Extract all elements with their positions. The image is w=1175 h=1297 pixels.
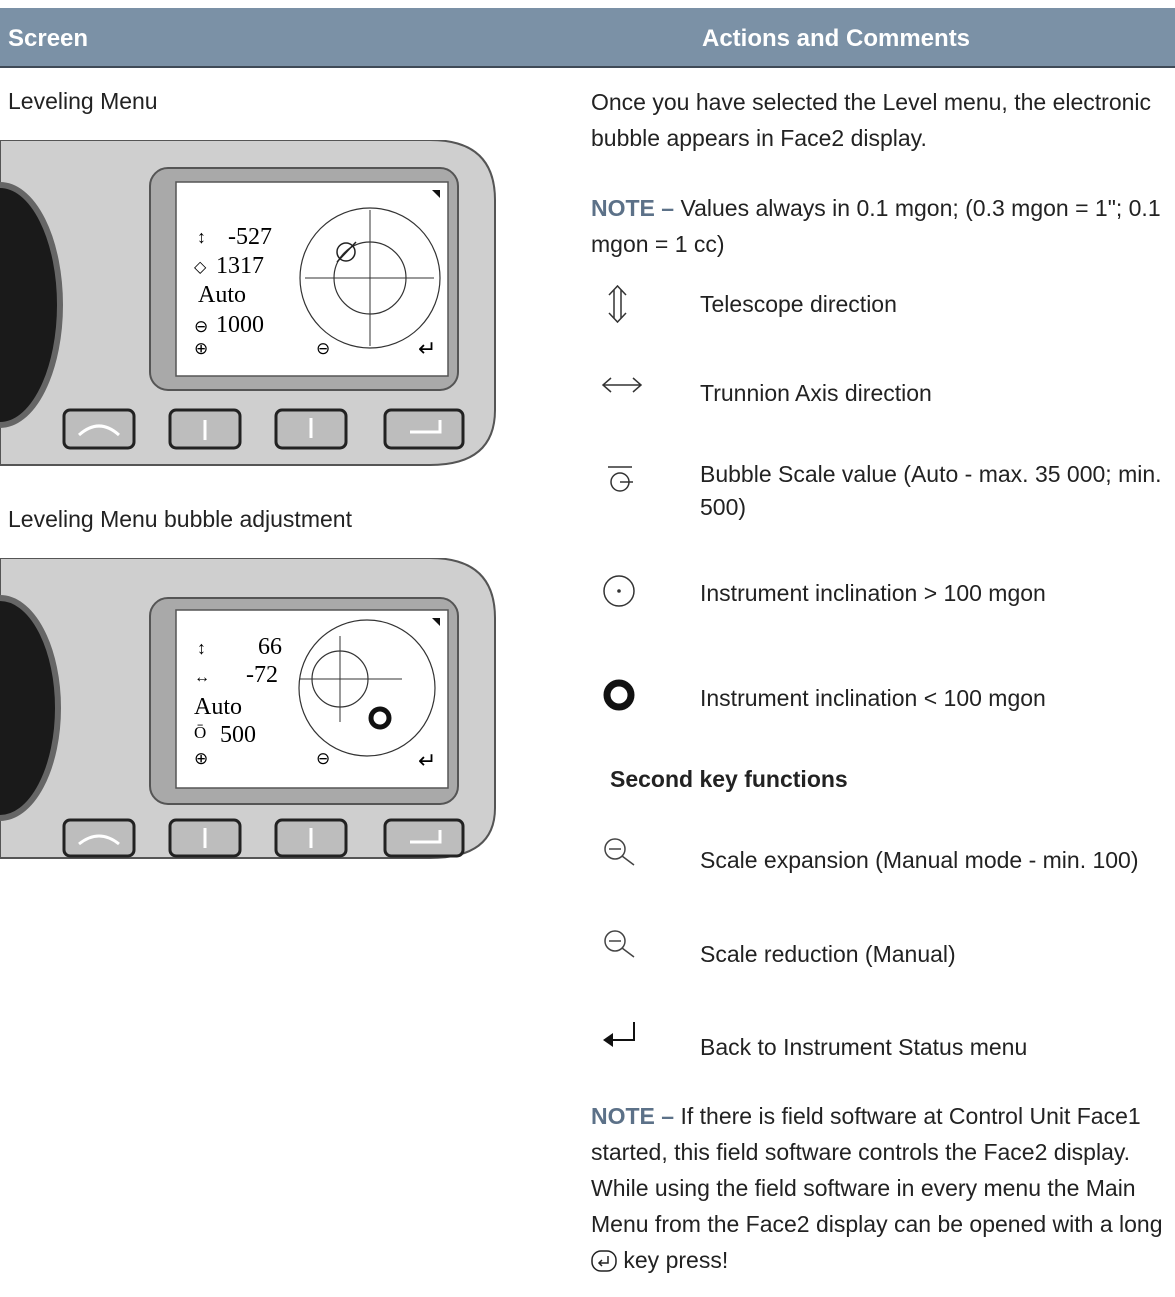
screen2-scale: 500	[220, 722, 256, 748]
svg-text:⊖: ⊖	[316, 749, 330, 768]
legend-inclination-large: Instrument inclination > 100 mgon	[700, 580, 1046, 606]
trunnion-axis-icon	[600, 368, 670, 408]
note-values-text: Values always in 0.1 mgon; (0.3 mgon = 1…	[591, 195, 1161, 257]
zoom-out-icon	[600, 926, 670, 966]
enter-key-icon	[591, 1246, 617, 1282]
svg-text:↕: ↕	[197, 227, 206, 247]
note-field-software-text-a: If there is field software at Control Un…	[591, 1103, 1163, 1237]
svg-text:⊕: ⊕	[194, 339, 208, 358]
svg-text:↔: ↔	[194, 669, 210, 686]
svg-text:◇: ◇	[194, 259, 207, 276]
telescope-direction-icon	[600, 284, 670, 324]
note-field-software-text-b: key press!	[617, 1247, 729, 1273]
screen2-horizontal: -72	[246, 662, 278, 688]
inclination-large-icon	[600, 572, 670, 612]
note-label: NOTE –	[591, 1103, 675, 1129]
second-key-scale-expansion: Scale expansion (Manual mode - min. 100)	[700, 847, 1139, 873]
screen1-horizontal: 1317	[216, 253, 264, 279]
svg-text:↵: ↵	[418, 336, 436, 361]
screen1-vertical: -527	[228, 224, 272, 250]
screen2-mode: Auto	[194, 694, 242, 720]
second-key-back: Back to Instrument Status menu	[700, 1034, 1028, 1060]
note-values: NOTE – Values always in 0.1 mgon; (0.3 m…	[591, 190, 1175, 262]
bubble-scale-icon	[600, 458, 670, 498]
col-header-actions: Actions and Comments	[702, 25, 971, 52]
caption-leveling-menu: Leveling Menu	[8, 88, 158, 114]
legend-inclination-small: Instrument inclination < 100 mgon	[700, 685, 1046, 711]
second-key-heading: Second key functions	[610, 766, 848, 792]
intro-text: Once you have selected the Level menu, t…	[591, 89, 1152, 151]
screen1-scale: 1000	[216, 312, 264, 338]
svg-text:Ō: Ō	[194, 723, 206, 742]
screen1-mode: Auto	[198, 282, 246, 308]
svg-text:↵: ↵	[418, 748, 436, 773]
svg-text:⊕: ⊕	[194, 749, 208, 768]
legend-bubble-scale: Bubble Scale value (Auto - max. 35 000; …	[700, 461, 1162, 520]
note-field-software: NOTE – If there is field software at Con…	[591, 1098, 1175, 1282]
svg-text:⊖: ⊖	[316, 339, 330, 358]
inclination-small-icon	[600, 676, 670, 716]
zoom-out-icon	[600, 834, 670, 874]
second-key-scale-reduction: Scale reduction (Manual)	[700, 941, 956, 967]
device-display-leveling: ↕ ◇ ⊖ ⊕ ⊖ ↵ -527 1317 Auto 1000	[0, 140, 496, 466]
svg-text:⊖: ⊖	[194, 317, 208, 336]
legend-trunnion-axis: Trunnion Axis direction	[700, 380, 932, 406]
svg-text:↕: ↕	[197, 638, 206, 658]
enter-icon	[600, 1016, 670, 1056]
device-display-bubble-adjustment: ↕ ↔ Ō ⊕ ⊖ ↵ 66 -72 Auto 500	[0, 558, 496, 859]
note-label: NOTE –	[591, 195, 675, 221]
col-header-screen: Screen	[8, 25, 89, 52]
caption-bubble-adjustment: Leveling Menu bubble adjustment	[8, 506, 352, 532]
screen2-vertical: 66	[258, 634, 282, 660]
legend-telescope-direction: Telescope direction	[700, 291, 897, 317]
table-header: Screen Actions and Comments	[0, 8, 1175, 68]
